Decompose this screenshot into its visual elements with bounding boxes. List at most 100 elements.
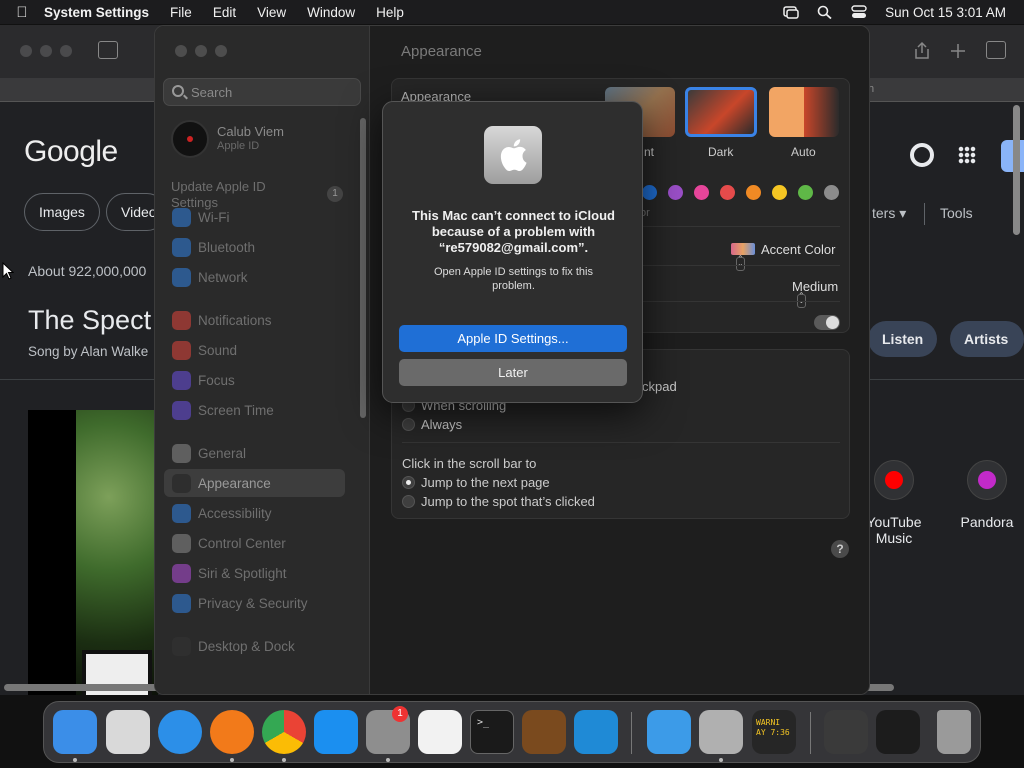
textedit-icon[interactable] — [418, 710, 462, 754]
accent-color-swatch[interactable] — [746, 185, 761, 200]
sidebar-search[interactable] — [163, 78, 361, 106]
sidebar-item-desktop-dock[interactable]: Desktop & Dock — [164, 632, 345, 660]
apple-id-account[interactable]: Calub Viem Apple ID — [171, 120, 361, 160]
sidebar-item-control-center[interactable]: Control Center — [164, 529, 345, 557]
radio-jump-next-page[interactable]: Jump to the next page — [402, 475, 550, 490]
sidebar-item-notifications[interactable]: Notifications — [164, 306, 345, 334]
system-settings-running-icon[interactable] — [699, 710, 743, 754]
artists-tab[interactable]: Artists — [950, 321, 1024, 357]
wallpaper-tinting-toggle[interactable] — [814, 315, 840, 330]
screenshot-icon[interactable] — [824, 710, 868, 754]
accent-color-swatch[interactable] — [824, 185, 839, 200]
accent-color-swatch[interactable] — [642, 185, 657, 200]
tab-overview-icon[interactable] — [986, 41, 1006, 59]
finder-icon[interactable] — [53, 710, 97, 754]
trash-icon[interactable] — [937, 710, 971, 754]
sidebar-item-focus[interactable]: Focus — [164, 366, 345, 394]
appearance-auto-option[interactable] — [769, 87, 839, 137]
later-button[interactable]: Later — [399, 359, 627, 386]
share-icon[interactable] — [912, 41, 932, 59]
launchpad-icon[interactable] — [106, 710, 150, 754]
window-traffic-lights[interactable] — [175, 45, 227, 57]
pandora-app[interactable]: Pandora — [950, 460, 1024, 530]
sidebar-icon-size-popup[interactable]: Medium — [792, 279, 849, 309]
sidebar-item-network[interactable]: Network — [164, 263, 345, 291]
window-icon[interactable] — [876, 710, 920, 754]
menu-clock[interactable]: Sun Oct 15 3:01 AM — [885, 5, 1006, 20]
sidebar-item-label: Sound — [198, 343, 238, 358]
speaker-icon — [172, 341, 191, 360]
menu-app-name[interactable]: System Settings — [44, 5, 149, 20]
control-center-icon[interactable] — [851, 5, 867, 19]
radio-dot — [402, 495, 415, 508]
appearance-icon — [172, 474, 191, 493]
accent-color-swatch[interactable] — [772, 185, 787, 200]
sidebar-item-bluetooth[interactable]: Bluetooth — [164, 233, 345, 261]
tools-button[interactable]: Tools — [940, 205, 973, 221]
filter-chip-images[interactable]: Images — [24, 193, 100, 231]
search-input[interactable] — [191, 79, 356, 105]
accent-color-swatch[interactable] — [668, 185, 683, 200]
settings-gear-icon[interactable] — [910, 143, 934, 167]
console-text: WARNI AY 7:36 — [756, 718, 790, 737]
highlight-color-popup[interactable]: Accent Color — [731, 242, 849, 272]
sidebar-item-accessibility[interactable]: Accessibility — [164, 499, 345, 527]
vscode-icon[interactable] — [574, 710, 618, 754]
accent-color-swatch[interactable] — [694, 185, 709, 200]
sidebar-item-label: Wi-Fi — [198, 210, 230, 225]
sidebar-item-label: General — [198, 446, 247, 461]
dock: >_ WARNI AY 7:36 1 — [43, 701, 981, 763]
chrome-icon[interactable] — [262, 710, 306, 754]
menu-edit[interactable]: Edit — [213, 5, 236, 20]
radio-label: Jump to the spot that’s clicked — [421, 494, 595, 509]
terminal-icon[interactable]: >_ — [470, 710, 514, 754]
sidebar-item-wi-fi[interactable]: Wi-Fi — [164, 203, 345, 231]
sidebar-item-sound[interactable]: Sound — [164, 336, 345, 364]
spotlight-search-icon[interactable] — [817, 5, 833, 20]
firefox-icon[interactable] — [210, 710, 254, 754]
running-indicator — [73, 758, 77, 762]
sidebar-toggle-icon[interactable] — [98, 41, 118, 59]
dialog-title: This Mac can’t connect to iCloud because… — [412, 208, 615, 255]
menu-file[interactable]: File — [170, 5, 192, 20]
screen-mirroring-icon[interactable] — [783, 5, 799, 19]
menu-view[interactable]: View — [257, 5, 286, 20]
video-thumbnail[interactable] — [28, 410, 158, 695]
radio-label: Jump to the next page — [421, 475, 550, 490]
pandora-icon — [967, 460, 1007, 500]
help-button[interactable]: ? — [831, 540, 849, 558]
sidebar-scrollbar[interactable] — [360, 118, 366, 418]
app-store-icon[interactable] — [314, 710, 358, 754]
radio-always[interactable]: Always — [402, 417, 462, 432]
new-tab-icon[interactable] — [948, 41, 968, 59]
accent-color-swatch[interactable] — [798, 185, 813, 200]
safari-icon[interactable] — [158, 710, 202, 754]
search-icon — [172, 85, 184, 97]
accent-color-swatch[interactable] — [720, 185, 735, 200]
console-icon[interactable]: WARNI AY 7:36 — [752, 710, 796, 754]
sidebar-item-privacy-security[interactable]: Privacy & Security — [164, 589, 345, 617]
menu-help[interactable]: Help — [376, 5, 404, 20]
sidebar-item-appearance[interactable]: Appearance — [164, 469, 345, 497]
google-apps-icon[interactable] — [958, 146, 976, 164]
vertical-scrollbar[interactable] — [1013, 105, 1020, 235]
radio-jump-spot-clicked[interactable]: Jump to the spot that’s clicked — [402, 494, 595, 509]
garageband-icon[interactable] — [522, 710, 566, 754]
browser-traffic-lights[interactable] — [20, 45, 72, 57]
google-logo[interactable]: Google — [24, 135, 118, 169]
apple-id-settings-button[interactable]: Apple ID Settings... — [399, 325, 627, 352]
popup-arrows-icon — [736, 254, 745, 271]
sidebar-item-screen-time[interactable]: Screen Time — [164, 396, 345, 424]
weather-icon[interactable] — [647, 710, 691, 754]
minimize-window-button — [195, 45, 207, 57]
hourglass-icon — [172, 401, 191, 420]
menu-window[interactable]: Window — [307, 5, 355, 20]
running-indicator — [719, 758, 723, 762]
sidebar-item-siri-spotlight[interactable]: Siri & Spotlight — [164, 559, 345, 587]
listen-tab[interactable]: Listen — [868, 321, 938, 357]
appearance-dark-option[interactable] — [685, 87, 757, 137]
sidebar-item-label: Accessibility — [198, 506, 272, 521]
sidebar-item-general[interactable]: General — [164, 439, 345, 467]
apple-menu-icon[interactable]:  — [0, 4, 44, 21]
filters-dropdown[interactable]: ters ▾ — [872, 205, 906, 222]
